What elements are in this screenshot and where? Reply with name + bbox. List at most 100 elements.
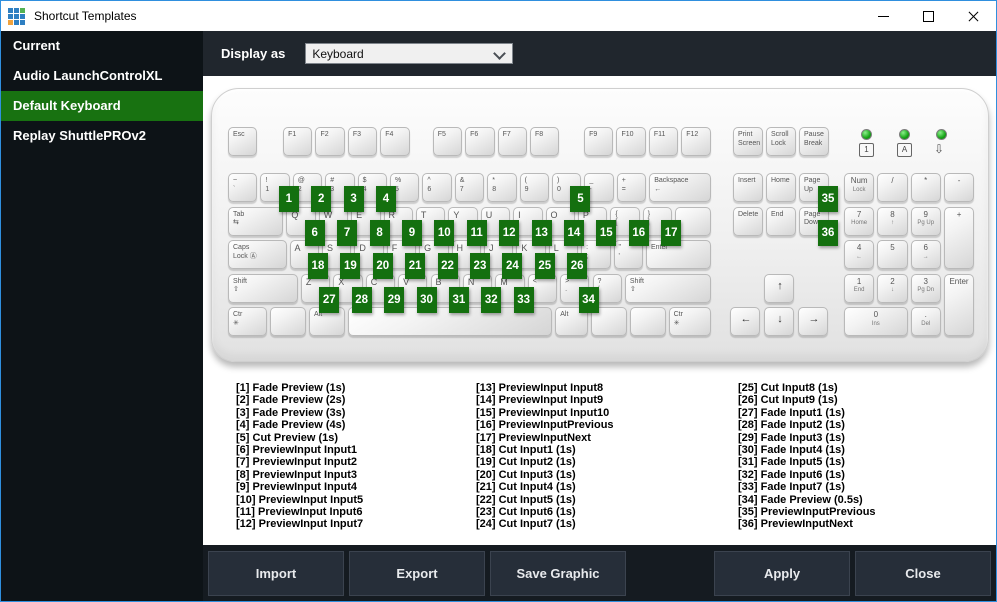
key-label: Shift (233, 277, 248, 285)
key-label: * (924, 176, 928, 185)
key-label: Caps (233, 244, 250, 251)
key-label: Home (851, 220, 868, 226)
led-indicator (936, 129, 947, 140)
key-7home: 7 Home (844, 206, 875, 236)
key-label: End (771, 210, 784, 218)
close-button[interactable]: Close (855, 551, 991, 596)
key-0ins: 0 Ins (844, 307, 908, 336)
key-9: (9 (519, 173, 549, 202)
shortcut-entry: [30] Fade Input4 (1s) (738, 444, 845, 457)
key-label: = (621, 185, 626, 193)
badge-28: 28 (351, 286, 372, 313)
badge-7: 7 (337, 219, 358, 246)
key-label: Del (921, 320, 931, 327)
key-ctr: Ctr ✳ (668, 307, 711, 336)
key-label: Enter (949, 276, 969, 286)
shortcut-entry: [9] PreviewInput Input4 (236, 481, 358, 494)
shortcut-entry: [25] Cut Input8 (1s) (738, 382, 838, 394)
led-caps-lock-icon: A (897, 143, 912, 157)
key-label: F12 (686, 131, 699, 138)
key-label: Backspace (654, 177, 689, 184)
key-f8: F8 (529, 127, 560, 156)
badge-12: 12 (499, 219, 520, 246)
key-f10: F10 (616, 127, 646, 156)
shortcut-entry: [2] Fade Preview (2s) (236, 394, 346, 407)
key-1end: 1 End (844, 273, 875, 303)
key-label: 9 (524, 185, 529, 193)
key-f4: F4 (380, 127, 410, 156)
shortcut-entry: [23] Cut Input6 (1s) (476, 506, 576, 519)
key-label: 4 (856, 243, 862, 252)
key-label: 1 (856, 276, 862, 286)
key-label: Page (804, 177, 821, 184)
template-sidebar: Current Audio LaunchControlXL Default Keyb… (1, 31, 203, 601)
key-label: ! (265, 177, 268, 184)
shortcut-list: [1] Fade Preview (1s) [2] Fade Preview (2… (236, 382, 996, 531)
display-as-value: Keyboard (312, 46, 364, 61)
key-4: 4 ← (844, 240, 875, 269)
key-delete: Delete (733, 206, 763, 236)
export-button[interactable]: Export (349, 551, 485, 596)
key-sym: - (943, 173, 975, 202)
sidebar-item-default-keyboard[interactable]: Default Keyboard (1, 91, 203, 121)
key-label: F1 (288, 131, 297, 138)
logo-square (20, 19, 25, 25)
key-label: F11 (653, 131, 666, 138)
badge-27: 27 (319, 286, 340, 313)
key-f6: F6 (465, 127, 495, 156)
key-label: ⇧ (233, 286, 239, 293)
key-label: Y (453, 209, 460, 220)
import-button[interactable]: Import (208, 551, 344, 596)
key-label: ↑ (890, 220, 894, 226)
key-label: ) (557, 177, 560, 184)
close-button[interactable] (951, 1, 996, 31)
badge-22: 22 (437, 253, 458, 279)
badge-10: 10 (434, 219, 455, 246)
key-label: & (459, 177, 465, 184)
shortcut-entry: [7] PreviewInput Input2 (236, 456, 358, 469)
key-label: 8 (492, 185, 497, 193)
key-label: ` (233, 185, 236, 193)
key-label: Lock Ⓐ (233, 252, 257, 260)
key-blank (270, 307, 306, 336)
sidebar-item-audio-launchcontrolxl[interactable]: Audio LaunchControlXL (1, 61, 203, 91)
key-label: 7 (856, 209, 862, 219)
apply-button[interactable]: Apply (714, 551, 850, 596)
key-label: ; (586, 253, 607, 262)
key-label: } (647, 210, 651, 218)
minimize-button[interactable] (861, 1, 906, 31)
key-label: / (891, 176, 894, 185)
key-numlock: Num Lock (844, 173, 875, 202)
save-graphic-button[interactable]: Save Graphic (490, 551, 626, 596)
key-f9: F9 (584, 127, 614, 156)
key-label: 2 (890, 276, 895, 286)
key-label: F6 (470, 131, 479, 138)
key-printscreen: Print Screen (733, 127, 763, 156)
logo-square (14, 13, 19, 19)
key-label: F5 (437, 131, 446, 138)
chevron-down-icon (493, 47, 507, 60)
shortcut-entry: [28] Fade Input2 (1s) (738, 419, 845, 432)
key-label: 8 (890, 209, 895, 219)
badge-33: 33 (513, 286, 534, 313)
shortcut-entry: [32] Fade Input6 (1s) (738, 468, 845, 481)
shortcut-entry: [3] Fade Preview (3s) (236, 406, 346, 419)
shortcut-entry: [33] Fade Input7 (1s) (738, 481, 845, 494)
badge-35: 35 (818, 186, 838, 212)
sidebar-item-current[interactable]: Current (1, 31, 203, 61)
key-esc: Esc (228, 127, 258, 156)
key-6: ^ 6 (422, 173, 452, 202)
sidebar-item-replay-shuttleprov2[interactable]: Replay ShuttlePROv2 (1, 121, 203, 151)
badge-4: 4 (376, 186, 396, 212)
key-home: Home (766, 173, 796, 202)
badge-5: 5 (570, 186, 591, 212)
key-8: 8 ↑ (877, 206, 908, 236)
close-icon (968, 11, 979, 22)
badge-30: 30 (416, 286, 437, 313)
shortcut-entry: [19] Cut Input2 (1s) (476, 456, 576, 469)
badge-11: 11 (466, 219, 487, 246)
display-as-dropdown[interactable]: Keyboard (305, 43, 514, 64)
key-label: Ctr (233, 311, 243, 318)
badge-8: 8 (369, 219, 390, 246)
maximize-button[interactable] (906, 1, 951, 31)
